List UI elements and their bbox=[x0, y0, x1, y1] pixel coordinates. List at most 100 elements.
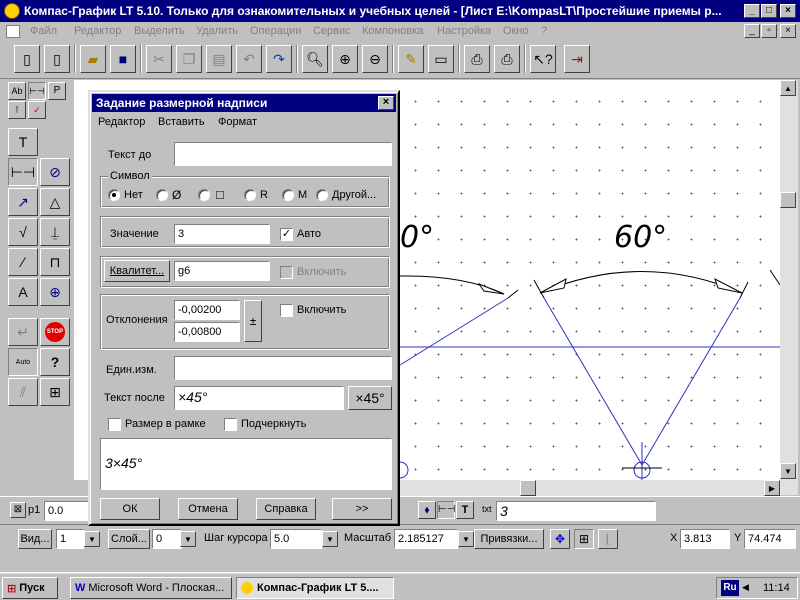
mdi-restore-button[interactable]: ▫ bbox=[761, 24, 777, 38]
ortho-icon[interactable]: ⌊ bbox=[598, 529, 618, 549]
menu-file[interactable]: Файл bbox=[30, 25, 57, 37]
diameter-dim-icon[interactable]: ⊘ bbox=[40, 158, 70, 186]
snap-icon[interactable]: ✥ bbox=[550, 529, 570, 549]
enter-icon[interactable]: ↵ bbox=[8, 318, 38, 346]
task-word[interactable]: W Microsoft Word - Плоская... bbox=[70, 577, 232, 599]
more-button[interactable]: >> bbox=[332, 498, 392, 520]
open-folder-icon[interactable]: ▰ bbox=[80, 45, 106, 73]
menu-operations[interactable]: Операции bbox=[250, 25, 301, 37]
menu-delete[interactable]: Удалить bbox=[196, 25, 238, 37]
text-after-input[interactable]: ×45° bbox=[174, 386, 344, 410]
symbol-metric-radio[interactable] bbox=[282, 189, 294, 201]
position-icon[interactable]: ⊓ bbox=[40, 248, 70, 276]
scroll-right-icon[interactable]: ▶ bbox=[764, 480, 780, 496]
rough-icon[interactable]: ⊺ bbox=[8, 101, 26, 119]
text-field-input[interactable]: 3 bbox=[496, 501, 656, 521]
snap-grid-icon[interactable]: ⊞ bbox=[40, 378, 70, 406]
new-document-icon[interactable]: ▯ bbox=[14, 45, 40, 73]
point-fix-icon[interactable]: ⊠ bbox=[10, 502, 26, 518]
menu-help[interactable]: ? bbox=[541, 25, 547, 37]
scroll-down-icon[interactable]: ▼ bbox=[780, 463, 796, 479]
underline-checkbox[interactable] bbox=[224, 418, 237, 431]
deviation-lower-input[interactable]: -0,00800 bbox=[174, 322, 240, 342]
left-tab-text[interactable]: Ab bbox=[8, 82, 26, 100]
menu-settings[interactable]: Настройка bbox=[437, 25, 491, 37]
quality-input[interactable]: g6 bbox=[174, 261, 270, 281]
leader-icon[interactable]: ∕ bbox=[8, 248, 38, 276]
speaker-icon[interactable]: ◀ bbox=[742, 582, 749, 593]
view-dropdown-icon[interactable]: ▼ bbox=[84, 531, 100, 547]
help-icon[interactable]: ? bbox=[40, 348, 70, 376]
dialog-menu-insert[interactable]: Вставить bbox=[158, 116, 205, 128]
horizontal-scrollbar[interactable]: ▶ bbox=[400, 480, 780, 496]
deviations-enable-checkbox[interactable] bbox=[280, 304, 293, 317]
symbol-diameter-radio[interactable] bbox=[156, 189, 168, 201]
minimize-button[interactable]: _ bbox=[744, 4, 760, 18]
layer-select[interactable]: 0 bbox=[152, 529, 182, 549]
symbol-radius-radio[interactable] bbox=[244, 189, 256, 201]
scale-select[interactable]: 2.185127 bbox=[394, 529, 458, 549]
cursor-step-dropdown-icon[interactable]: ▼ bbox=[322, 531, 338, 547]
left-tab-dimensions[interactable]: ⊢⊣ bbox=[28, 82, 46, 100]
print-icon[interactable]: ⎙ bbox=[494, 45, 520, 73]
auto-icon[interactable]: Auto bbox=[8, 348, 38, 376]
print-preview-icon[interactable]: ⎙ bbox=[464, 45, 490, 73]
scroll-up-icon[interactable]: ▲ bbox=[780, 80, 796, 96]
save-icon[interactable]: ■ bbox=[110, 45, 136, 73]
units-input[interactable] bbox=[174, 356, 392, 380]
paste-icon[interactable]: ▤ bbox=[206, 45, 232, 73]
menu-layout[interactable]: Компоновка bbox=[362, 25, 423, 37]
angle-dim-icon[interactable]: △ bbox=[40, 188, 70, 216]
text-before-input[interactable] bbox=[174, 142, 392, 166]
context-help-icon[interactable]: ↖? bbox=[530, 45, 556, 73]
dim-style-icon[interactable]: ⬧ bbox=[418, 501, 436, 519]
menu-select[interactable]: Выделить bbox=[134, 25, 185, 37]
tolerance-icon[interactable]: ✓ bbox=[28, 101, 46, 119]
base-icon[interactable]: ⍊ bbox=[40, 218, 70, 246]
pencil-icon[interactable]: ✎ bbox=[398, 45, 424, 73]
menu-window[interactable]: Окно bbox=[503, 25, 529, 37]
crosshair-icon[interactable]: ⊕ bbox=[40, 278, 70, 306]
quality-button[interactable]: Квалитет... bbox=[104, 260, 170, 282]
cursor-step-select[interactable]: 5.0 bbox=[270, 529, 322, 549]
task-kompas[interactable]: Компас-График LT 5.... bbox=[236, 577, 394, 599]
symbol-other-radio[interactable] bbox=[316, 189, 328, 201]
value-input[interactable]: 3 bbox=[174, 224, 270, 244]
auto-checkbox[interactable]: ✓ bbox=[280, 228, 293, 241]
view-button[interactable]: Вид... bbox=[18, 529, 52, 549]
menu-edit[interactable]: Редактор bbox=[74, 25, 121, 37]
menu-service[interactable]: Сервис bbox=[313, 25, 351, 37]
p1-input[interactable]: 0.0 bbox=[44, 501, 90, 521]
quality-enable-checkbox[interactable] bbox=[280, 266, 293, 279]
text-tool-icon[interactable]: T bbox=[8, 128, 38, 156]
view-select[interactable]: 1 bbox=[56, 529, 84, 549]
zoom-in-icon[interactable]: ⊕ bbox=[332, 45, 358, 73]
text-tool-param-icon[interactable]: T bbox=[456, 501, 474, 519]
text-after-button[interactable]: ×45° bbox=[348, 386, 392, 410]
layer-dropdown-icon[interactable]: ▼ bbox=[180, 531, 196, 547]
ok-button[interactable]: ОК bbox=[100, 498, 160, 520]
dialog-close-icon[interactable]: × bbox=[378, 96, 394, 110]
language-indicator[interactable]: Ru bbox=[721, 580, 739, 596]
dialog-menu-format[interactable]: Формат bbox=[218, 116, 257, 128]
mdi-close-button[interactable]: × bbox=[780, 24, 796, 38]
vertical-scrollbar[interactable]: ▲ ▼ bbox=[780, 80, 798, 495]
deviation-upper-input[interactable]: -0,00200 bbox=[174, 300, 240, 320]
frame-checkbox[interactable] bbox=[108, 418, 121, 431]
plusminus-button[interactable]: ± bbox=[244, 300, 262, 342]
cut-icon[interactable]: ✂ bbox=[146, 45, 172, 73]
linear-dim-icon[interactable]: ⊢⊣ bbox=[8, 158, 38, 186]
layer-button[interactable]: Слой... bbox=[108, 529, 150, 549]
left-tab-params[interactable]: P bbox=[48, 82, 66, 100]
radius-dim-icon[interactable]: ↗ bbox=[8, 188, 38, 216]
help-button[interactable]: Справка bbox=[256, 498, 316, 520]
grid-icon[interactable]: ⊞ bbox=[574, 529, 594, 549]
filter-icon[interactable]: ⫽ bbox=[8, 378, 38, 406]
close-button[interactable]: × bbox=[780, 4, 796, 18]
redo-icon[interactable]: ↷ bbox=[266, 45, 292, 73]
window-icon[interactable]: ▭ bbox=[428, 45, 454, 73]
start-button[interactable]: ⊞ Пуск bbox=[2, 577, 58, 599]
stop-icon[interactable]: STOP bbox=[40, 318, 70, 346]
dim-linear-icon[interactable]: ⊢⊣ bbox=[437, 501, 455, 519]
cancel-button[interactable]: Отмена bbox=[178, 498, 238, 520]
